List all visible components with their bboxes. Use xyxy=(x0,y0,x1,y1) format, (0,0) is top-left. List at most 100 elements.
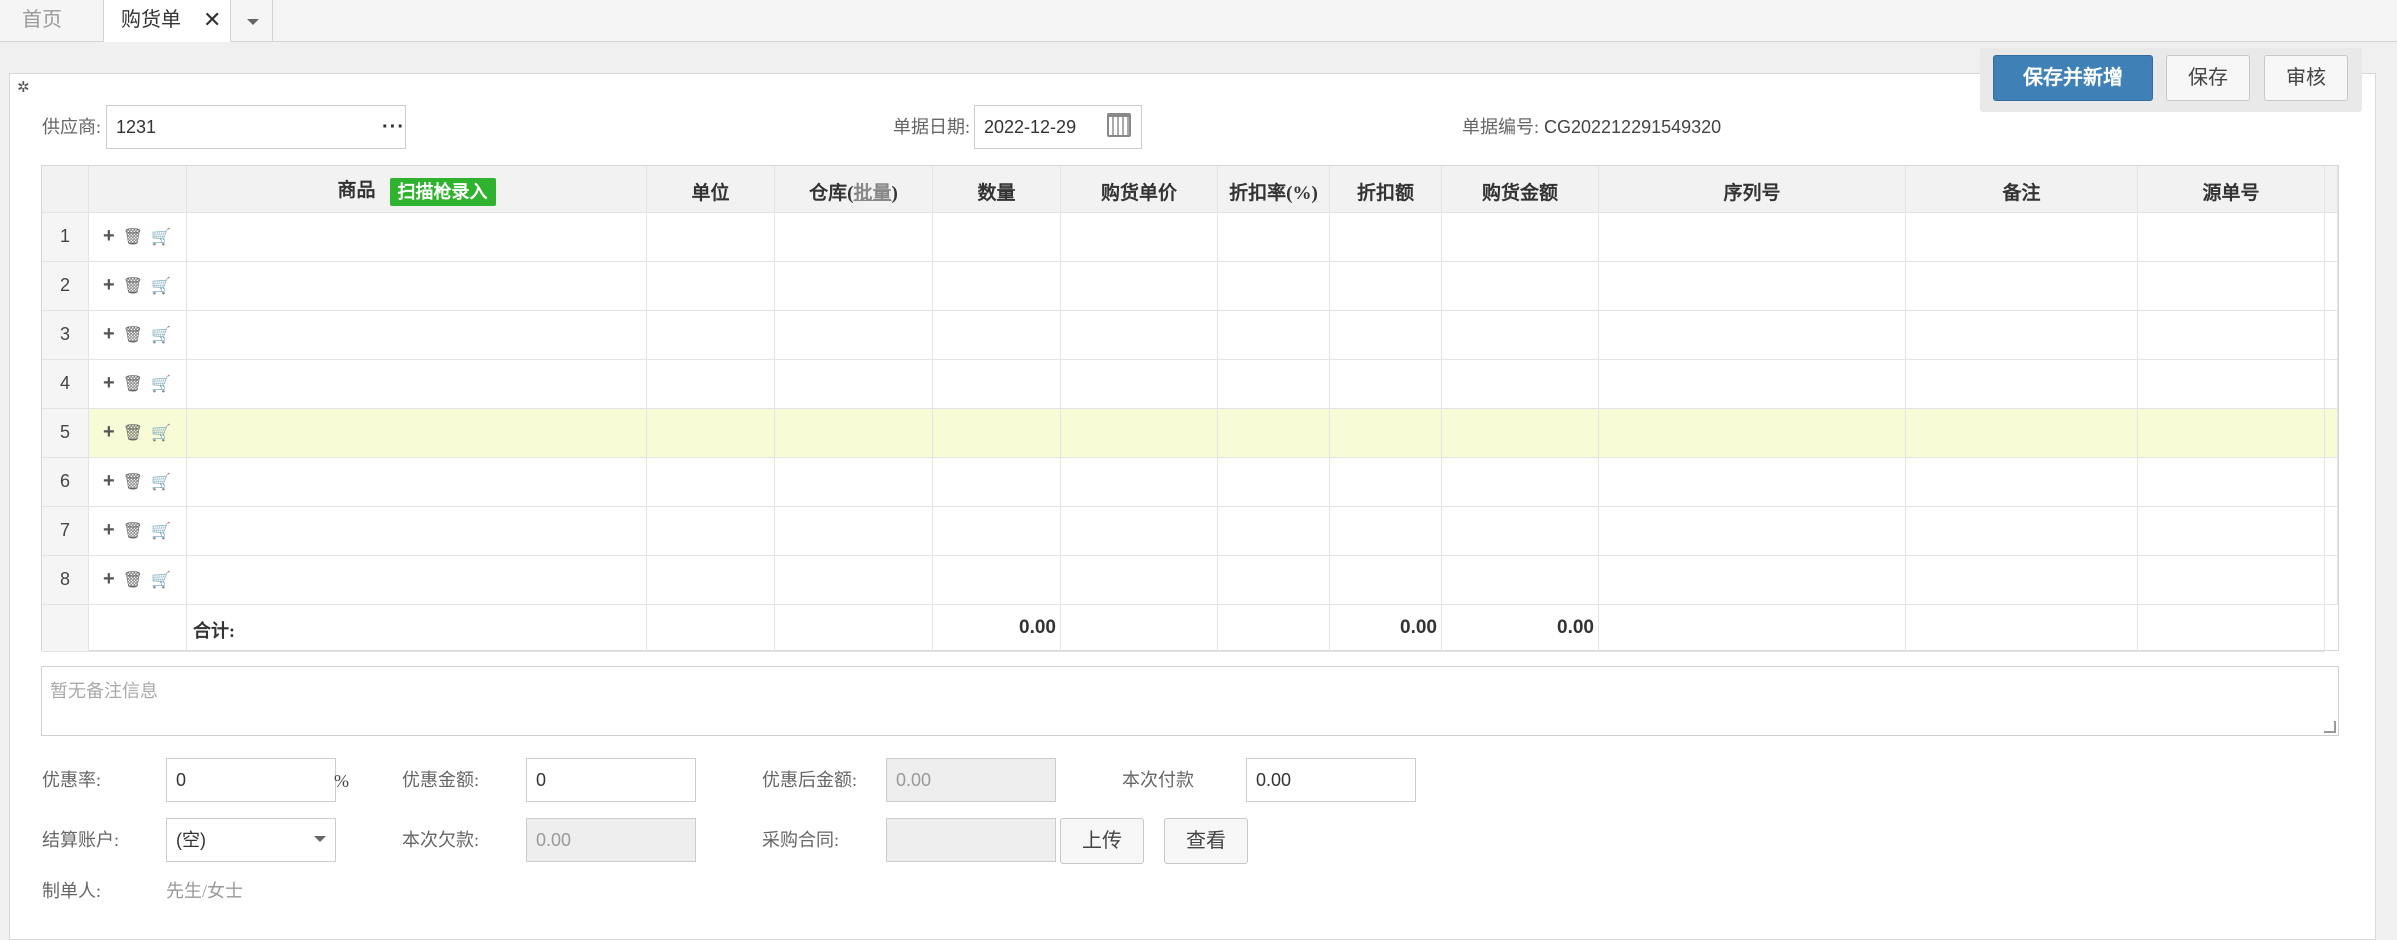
grid-cell[interactable] xyxy=(1442,556,1599,605)
grid-cell[interactable] xyxy=(1061,262,1218,311)
supplier-input[interactable]: 1231 xyxy=(106,105,406,149)
grid-cell[interactable] xyxy=(1061,360,1218,409)
grid-cell[interactable] xyxy=(1599,507,1906,556)
grid-cell[interactable] xyxy=(2138,458,2325,507)
grid-cell[interactable] xyxy=(1061,556,1218,605)
grid-cell[interactable] xyxy=(1218,409,1330,458)
tab-home[interactable]: 首页 xyxy=(0,0,104,41)
save-button[interactable]: 保存 xyxy=(2166,55,2250,101)
grid-cell[interactable] xyxy=(933,556,1061,605)
grid-cell[interactable] xyxy=(1906,311,2138,360)
grid-cell[interactable] xyxy=(1218,311,1330,360)
grid-cell[interactable] xyxy=(1218,556,1330,605)
grid-cell[interactable] xyxy=(933,213,1061,262)
grid-cell[interactable] xyxy=(1330,360,1442,409)
gear-icon[interactable]: ✲ xyxy=(17,80,30,95)
cart-icon[interactable]: 🛒 xyxy=(151,325,171,345)
chevron-down-icon[interactable] xyxy=(314,836,326,842)
grid-cell[interactable] xyxy=(1442,360,1599,409)
grid-cell[interactable] xyxy=(647,507,775,556)
cart-icon[interactable]: 🛒 xyxy=(151,276,171,296)
add-row-icon[interactable]: + xyxy=(103,421,115,444)
grid-cell[interactable] xyxy=(647,458,775,507)
grid-cell[interactable] xyxy=(1442,213,1599,262)
grid-cell[interactable] xyxy=(1599,311,1906,360)
add-row-icon[interactable]: + xyxy=(103,225,115,248)
grid-cell[interactable] xyxy=(1218,213,1330,262)
grid-cell[interactable] xyxy=(1906,409,2138,458)
payment-input[interactable]: 0.00 xyxy=(1246,758,1416,802)
grid-cell[interactable] xyxy=(775,507,933,556)
trash-icon[interactable]: 🗑 xyxy=(123,325,143,345)
grid-cell[interactable] xyxy=(2138,409,2325,458)
view-button[interactable]: 查看 xyxy=(1164,818,1248,864)
grid-cell[interactable] xyxy=(1442,311,1599,360)
grid-cell[interactable] xyxy=(2138,262,2325,311)
grid-cell[interactable] xyxy=(933,409,1061,458)
grid-cell[interactable] xyxy=(1442,262,1599,311)
cart-icon[interactable]: 🛒 xyxy=(151,374,171,394)
grid-cell[interactable] xyxy=(1330,262,1442,311)
grid-cell[interactable] xyxy=(2138,360,2325,409)
tab-purchase-order[interactable]: 购货单 ✕ xyxy=(104,0,231,42)
discount-rate-input[interactable]: 0 xyxy=(166,758,336,802)
cart-icon[interactable]: 🛒 xyxy=(151,570,171,590)
grid-cell[interactable] xyxy=(1061,409,1218,458)
cart-icon[interactable]: 🛒 xyxy=(151,472,171,492)
account-select[interactable]: (空) xyxy=(166,818,336,862)
add-row-icon[interactable]: + xyxy=(103,323,115,346)
add-row-icon[interactable]: + xyxy=(103,470,115,493)
add-row-icon[interactable]: + xyxy=(103,274,115,297)
grid-cell[interactable] xyxy=(1906,213,2138,262)
trash-icon[interactable]: 🗑 xyxy=(123,374,143,394)
tab-dropdown-icon[interactable] xyxy=(232,0,273,41)
grid-cell[interactable] xyxy=(1218,507,1330,556)
grid-cell[interactable] xyxy=(775,311,933,360)
grid-cell[interactable] xyxy=(187,556,647,605)
grid-cell[interactable] xyxy=(1061,213,1218,262)
grid-cell[interactable] xyxy=(1906,360,2138,409)
cart-icon[interactable]: 🛒 xyxy=(151,423,171,443)
grid-cell[interactable] xyxy=(647,409,775,458)
grid-cell[interactable] xyxy=(1906,458,2138,507)
grid-cell[interactable] xyxy=(1061,507,1218,556)
close-icon[interactable]: ✕ xyxy=(203,0,221,40)
grid-cell[interactable] xyxy=(1442,458,1599,507)
grid-cell[interactable] xyxy=(2138,507,2325,556)
cart-icon[interactable]: 🛒 xyxy=(151,227,171,247)
grid-cell[interactable] xyxy=(647,262,775,311)
grid-cell[interactable] xyxy=(1442,507,1599,556)
grid-cell[interactable] xyxy=(775,458,933,507)
grid-cell[interactable] xyxy=(187,507,647,556)
grid-cell[interactable] xyxy=(647,213,775,262)
grid-cell[interactable] xyxy=(1599,213,1906,262)
grid-cell[interactable] xyxy=(1599,409,1906,458)
grid-cell[interactable] xyxy=(1218,458,1330,507)
add-row-icon[interactable]: + xyxy=(103,519,115,542)
memo-textarea[interactable]: 暂无备注信息 xyxy=(41,666,2339,736)
grid-cell[interactable] xyxy=(2138,556,2325,605)
add-row-icon[interactable]: + xyxy=(103,568,115,591)
trash-icon[interactable]: 🗑 xyxy=(123,423,143,443)
audit-button[interactable]: 审核 xyxy=(2264,55,2348,101)
grid-cell[interactable] xyxy=(933,262,1061,311)
grid-cell[interactable] xyxy=(933,311,1061,360)
grid-cell[interactable] xyxy=(775,213,933,262)
grid-cell[interactable] xyxy=(1218,360,1330,409)
grid-cell[interactable] xyxy=(187,458,647,507)
grid-cell[interactable] xyxy=(1218,262,1330,311)
trash-icon[interactable]: 🗑 xyxy=(123,227,143,247)
batch-link[interactable]: 批量 xyxy=(853,183,891,204)
grid-cell[interactable] xyxy=(775,262,933,311)
grid-cell[interactable] xyxy=(775,556,933,605)
grid-cell[interactable] xyxy=(933,507,1061,556)
grid-cell[interactable] xyxy=(1330,556,1442,605)
trash-icon[interactable]: 🗑 xyxy=(123,570,143,590)
grid-cell[interactable] xyxy=(1906,556,2138,605)
grid-cell[interactable] xyxy=(1061,458,1218,507)
grid-cell[interactable] xyxy=(1599,262,1906,311)
grid-cell[interactable] xyxy=(647,360,775,409)
calendar-icon[interactable] xyxy=(1107,113,1131,137)
grid-cell[interactable] xyxy=(775,360,933,409)
trash-icon[interactable]: 🗑 xyxy=(123,472,143,492)
